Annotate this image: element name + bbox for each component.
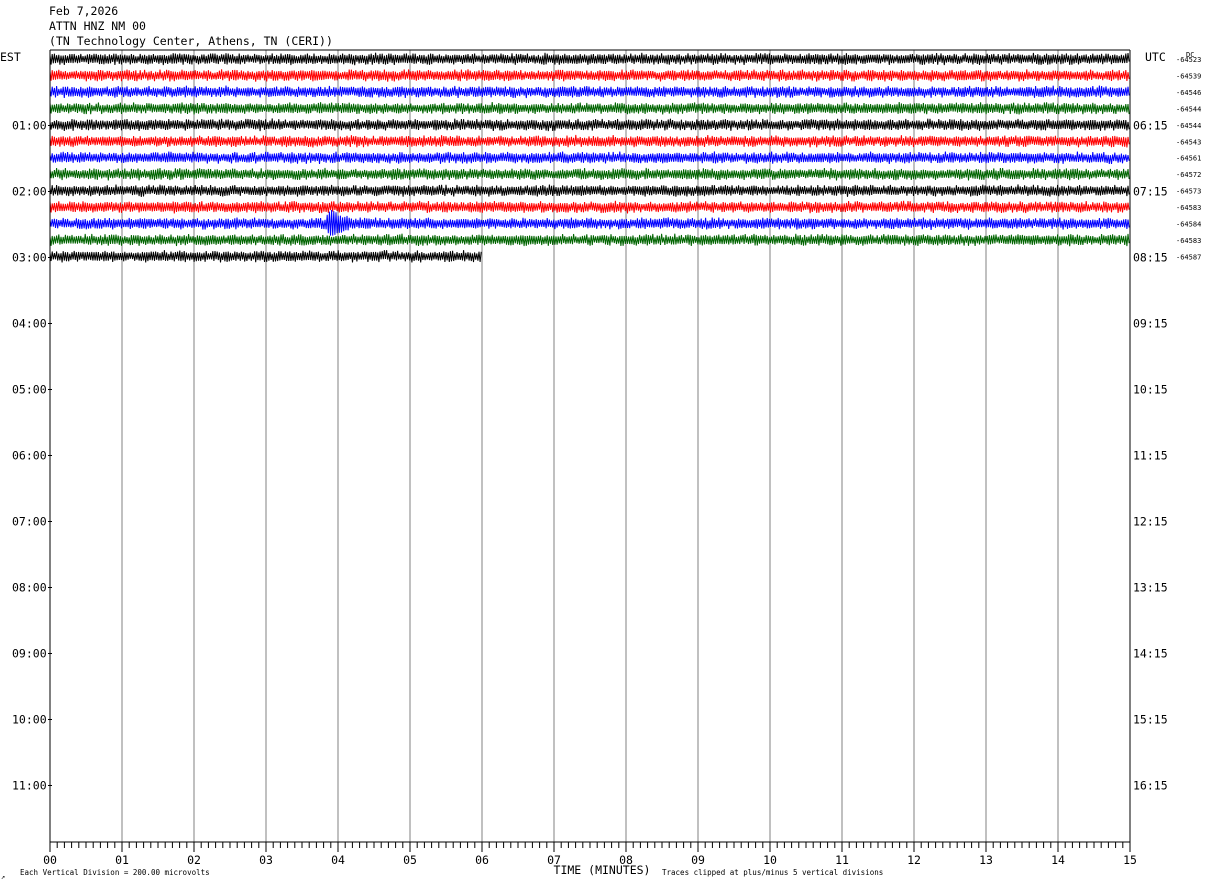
dc-offset-label: -64572 [1176,171,1201,179]
est-hour-label: 04:00 [12,317,47,331]
est-axis-title: EST [0,50,21,64]
dc-offset-label: -64584 [1176,221,1201,229]
dc-offset-label: -64561 [1176,155,1201,163]
utc-hour-label: 14:15 [1133,647,1168,661]
x-tick-label: 11 [835,853,849,867]
corner-mark: ↗ [1,873,5,881]
est-hour-label: 07:00 [12,515,47,529]
seismic-trace [49,233,1130,247]
utc-hour-label: 06:15 [1133,119,1168,133]
x-tick-label: 06 [475,853,489,867]
seismic-trace [49,101,1130,115]
seismic-trace [49,69,1130,82]
x-tick-label: 15 [1123,853,1137,867]
grid-lines [121,50,1059,842]
est-hour-label: 10:00 [12,713,47,727]
seismic-trace [49,118,1130,132]
x-axis-title: TIME (MINUTES) [554,863,651,877]
seismic-trace [49,52,1130,66]
est-hour-label: 02:00 [12,185,47,199]
utc-hour-label: 07:15 [1133,185,1168,199]
x-tick-label: 02 [187,853,201,867]
est-hour-label: 06:00 [12,449,47,463]
x-tick-label: 05 [403,853,417,867]
utc-axis-title: UTC [1145,50,1166,64]
x-tick-label: 09 [691,853,705,867]
est-hour-label: 08:00 [12,581,47,595]
dc-offset-label: -64544 [1176,105,1201,113]
est-hour-label: 03:00 [12,251,47,265]
dc-offset-label: -64583 [1176,204,1201,212]
utc-hour-label: 11:15 [1133,449,1168,463]
dc-offset-label: -64573 [1176,188,1201,196]
x-tick-label: 14 [1051,853,1065,867]
utc-hour-label: 15:15 [1133,713,1168,727]
footnote-scale: Each Vertical Division = 200.00 microvol… [20,868,210,877]
seismic-trace [49,134,1130,148]
x-tick-label: 12 [907,853,921,867]
utc-hour-label: 12:15 [1133,515,1168,529]
utc-hour-label: 08:15 [1133,251,1168,265]
seismic-trace [49,209,1130,236]
x-tick-label: 04 [331,853,345,867]
dc-offset-label: -64546 [1176,89,1201,97]
x-tick-label: 01 [115,853,129,867]
x-tick-label: 10 [763,853,777,867]
x-tick-label: 03 [259,853,273,867]
est-hour-label: 11:00 [12,779,47,793]
x-tick-label: 00 [43,853,57,867]
trace-group [49,52,1130,263]
dc-offset-label: -64543 [1176,138,1201,146]
est-hour-label: 01:00 [12,119,47,133]
dc-offset-label: -64587 [1176,253,1201,261]
est-hour-label: 09:00 [12,647,47,661]
seismic-trace [49,151,1130,165]
seismic-trace [49,85,1130,99]
seismic-trace [49,167,1130,181]
seismic-trace [49,200,1130,214]
utc-hour-label: 13:15 [1133,581,1168,595]
dc-offset-label: -64583 [1176,237,1201,245]
seismic-trace [49,184,1130,197]
seismogram-chart: EST UTC DC01:0002:0003:0004:0005:0006:0007… [0,49,1201,881]
dc-offset-label: -64544 [1176,122,1201,130]
dc-offset-label: -64539 [1176,72,1201,80]
footnote-clipping: Traces clipped at plus/minus 5 vertical … [662,868,883,877]
x-tick-label: 13 [979,853,993,867]
utc-hour-label: 10:15 [1133,383,1168,397]
utc-hour-label: 09:15 [1133,317,1168,331]
dc-offset-label: -64523 [1176,56,1201,64]
utc-hour-label: 16:15 [1133,779,1168,793]
est-hour-label: 05:00 [12,383,47,397]
